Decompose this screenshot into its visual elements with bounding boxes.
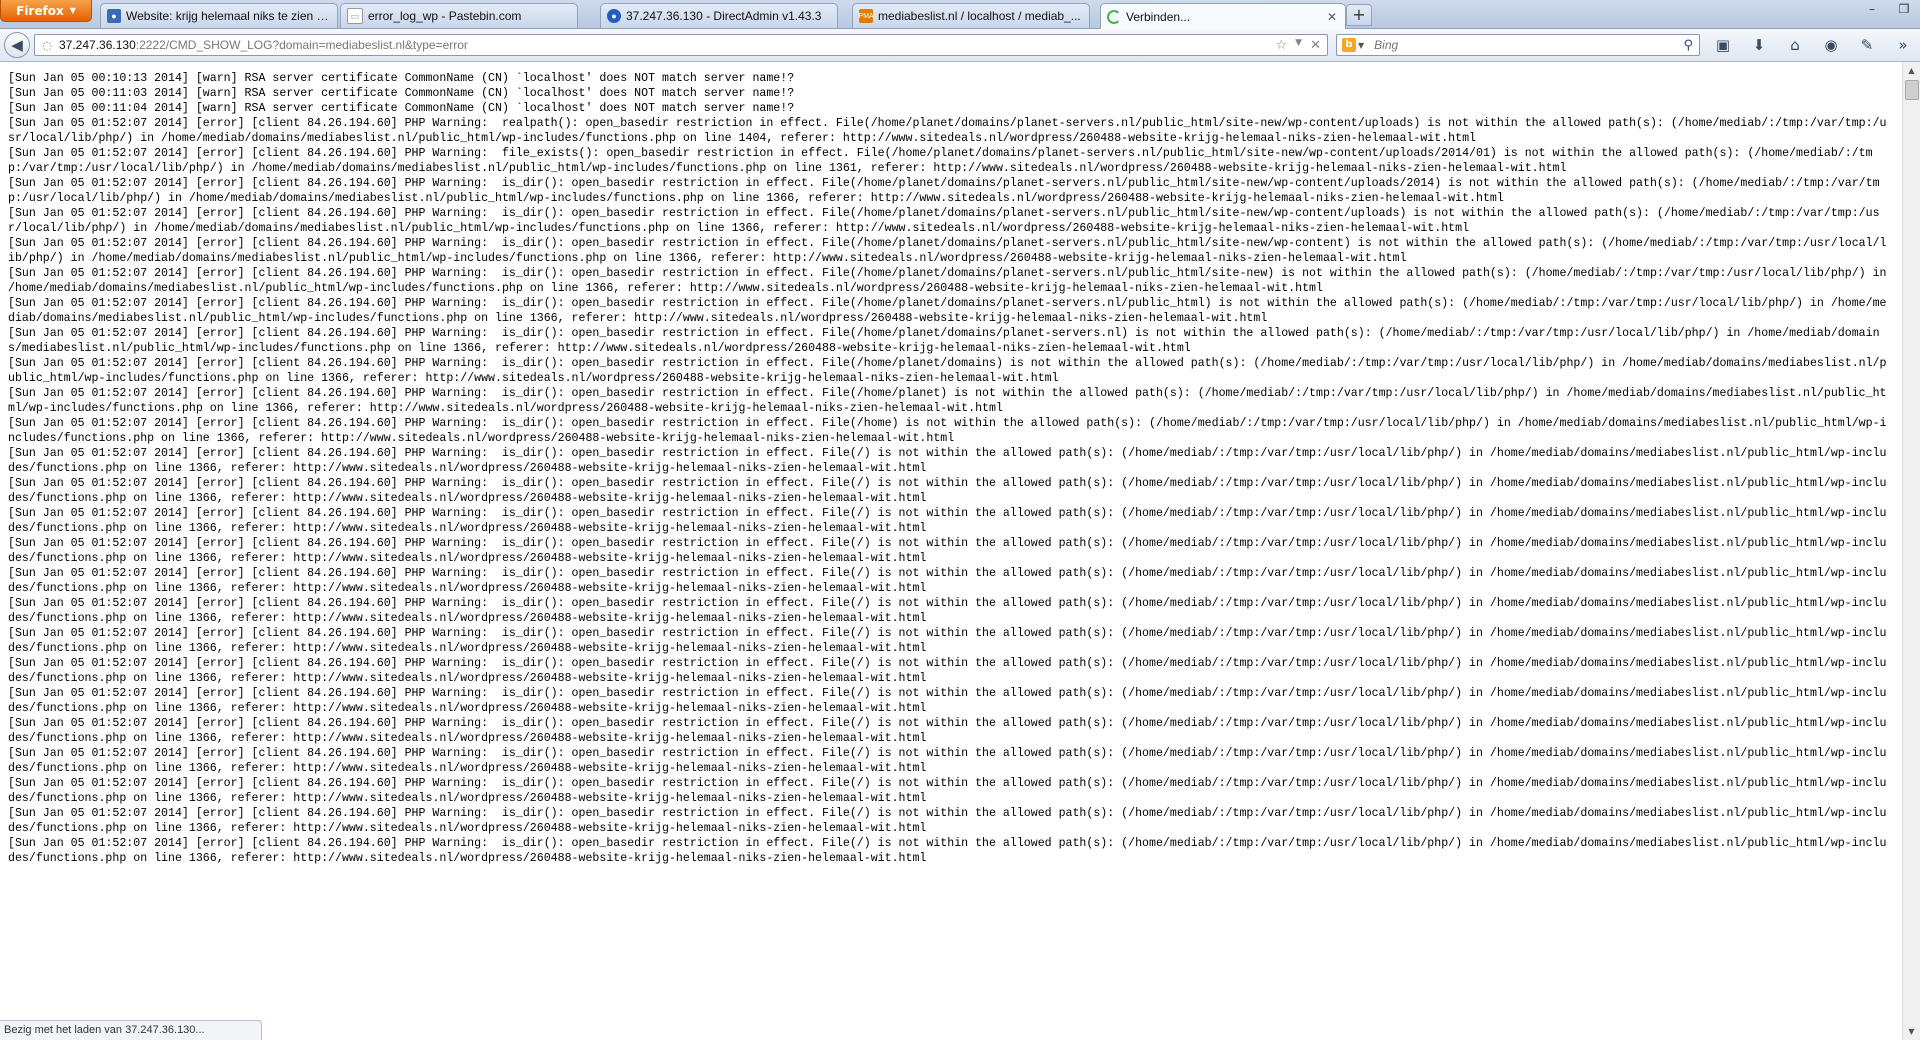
status-bar: Bezig met het laden van 37.247.36.130... [0,1020,262,1040]
phpmyadmin-favicon-icon: PMA [858,9,874,23]
log-line: [Sun Jan 05 01:52:07 2014] [error] [clie… [8,207,1880,235]
directadmin-favicon-icon: ● [607,9,621,23]
back-button[interactable]: ◀ [4,32,30,58]
scroll-down-icon[interactable]: ▼ [1903,1023,1920,1040]
bing-icon[interactable]: b [1342,38,1356,52]
tab-title: Website: krijg helemaal niks te zien (h.… [126,9,331,23]
log-line: [Sun Jan 05 01:52:07 2014] [error] [clie… [8,147,1873,175]
tab-strip: Firefox ▼ ● Website: krijg helemaal niks… [0,0,1920,29]
log-line: [Sun Jan 05 01:52:07 2014] [error] [clie… [8,417,1887,445]
firefox-menu-button[interactable]: Firefox ▼ [0,0,92,22]
tab-title: error_log_wp - Pastebin.com [368,9,522,23]
url-dropdown-icon[interactable]: ▼ [1295,38,1302,53]
new-tab-button[interactable]: + [1346,4,1372,26]
search-bar[interactable]: b ▼ ⚲ [1336,34,1700,56]
page-favicon-icon: ▭ [347,8,363,24]
url-text[interactable]: 37.247.36.130:2222/CMD_SHOW_LOG?domain=m… [59,38,468,52]
log-line: [Sun Jan 05 01:52:07 2014] [error] [clie… [8,357,1887,385]
url-path: :2222/CMD_SHOW_LOG?domain=mediabeslist.n… [135,38,468,52]
bookmarks-menu-icon[interactable]: ▣ [1712,35,1734,55]
firefox-menu-label: Firefox [16,3,64,18]
chevron-down-icon: ▼ [69,6,76,15]
log-line: [Sun Jan 05 01:52:07 2014] [error] [clie… [8,657,1887,685]
log-line: [Sun Jan 05 00:11:03 2014] [warn] RSA se… [8,87,795,100]
search-input[interactable] [1372,37,1677,53]
tab-title: 37.247.36.130 - DirectAdmin v1.43.3 [626,9,822,23]
log-line: [Sun Jan 05 00:11:04 2014] [warn] RSA se… [8,102,795,115]
log-line: [Sun Jan 05 01:52:07 2014] [error] [clie… [8,477,1887,505]
bookmark-star-icon[interactable]: ☆ [1276,38,1288,53]
tab-pastebin[interactable]: ▭ error_log_wp - Pastebin.com [340,3,578,28]
tab-directadmin[interactable]: ● 37.247.36.130 - DirectAdmin v1.43.3 [600,3,838,28]
globe-icon: ◌ [42,38,52,52]
search-icon[interactable]: ⚲ [1683,38,1693,53]
navigation-bar: ◀ ◌ 37.247.36.130:2222/CMD_SHOW_LOG?doma… [0,29,1920,62]
forum-favicon-icon: ● [107,9,121,23]
url-bar[interactable]: ◌ 37.247.36.130:2222/CMD_SHOW_LOG?domain… [34,34,1328,56]
tab-verbinden[interactable]: Verbinden... ✕ [1100,3,1346,29]
back-arrow-icon: ◀ [11,36,23,54]
extension-icon[interactable]: ✎ [1856,35,1878,55]
log-line: [Sun Jan 05 01:52:07 2014] [error] [clie… [8,507,1887,535]
log-line: [Sun Jan 05 01:52:07 2014] [error] [clie… [8,447,1887,475]
log-line: [Sun Jan 05 01:52:07 2014] [error] [clie… [8,327,1880,355]
tab-phpmyadmin[interactable]: PMA mediabeslist.nl / localhost / mediab… [852,3,1090,28]
toolbar-icons: ▣ ⬇ ⌂ ◉ ✎ » [1712,35,1914,55]
status-text: Bezig met het laden van 37.247.36.130... [4,1024,205,1036]
log-line: [Sun Jan 05 01:52:07 2014] [error] [clie… [8,567,1887,595]
log-line: [Sun Jan 05 01:52:07 2014] [error] [clie… [8,597,1887,625]
log-line: [Sun Jan 05 01:52:07 2014] [error] [clie… [8,117,1887,145]
log-line: [Sun Jan 05 00:10:13 2014] [warn] RSA se… [8,72,795,85]
log-line: [Sun Jan 05 01:52:07 2014] [error] [clie… [8,387,1887,415]
page-content: [Sun Jan 05 00:10:13 2014] [warn] RSA se… [0,62,1903,1040]
log-line: [Sun Jan 05 01:52:07 2014] [error] [clie… [8,747,1887,775]
maximize-icon[interactable]: ❐ [1888,0,1920,20]
tab-title: Verbinden... [1126,9,1191,24]
overflow-menu-icon[interactable]: » [1892,35,1914,55]
log-line: [Sun Jan 05 01:52:07 2014] [error] [clie… [8,297,1887,325]
addon-icon[interactable]: ◉ [1820,35,1842,55]
log-line: [Sun Jan 05 01:52:07 2014] [error] [clie… [8,537,1887,565]
log-line: [Sun Jan 05 01:52:07 2014] [error] [clie… [8,717,1887,745]
error-log: [Sun Jan 05 00:10:13 2014] [warn] RSA se… [0,62,1903,866]
log-line: [Sun Jan 05 01:52:07 2014] [error] [clie… [8,177,1880,205]
scroll-up-icon[interactable]: ▲ [1903,62,1920,79]
scroll-thumb[interactable] [1905,80,1919,100]
minimize-icon[interactable]: – [1856,0,1888,20]
url-host: 37.247.36.130 [59,38,136,52]
log-line: [Sun Jan 05 01:52:07 2014] [error] [clie… [8,777,1887,805]
log-line: [Sun Jan 05 01:52:07 2014] [error] [clie… [8,627,1887,655]
log-line: [Sun Jan 05 01:52:07 2014] [error] [clie… [8,837,1887,865]
stop-icon[interactable]: ✕ [1310,38,1321,53]
downloads-icon[interactable]: ⬇ [1748,35,1770,55]
log-line: [Sun Jan 05 01:52:07 2014] [error] [clie… [8,267,1894,295]
window-controls: – ❐ [1856,0,1920,20]
tab-website-krijg[interactable]: ● Website: krijg helemaal niks te zien (… [100,3,338,28]
chevron-down-icon[interactable]: ▼ [1358,41,1364,50]
home-icon[interactable]: ⌂ [1784,35,1806,55]
loading-spinner-icon [1107,9,1121,24]
vertical-scrollbar[interactable]: ▲ ▼ [1902,62,1920,1040]
log-line: [Sun Jan 05 01:52:07 2014] [error] [clie… [8,687,1887,715]
close-tab-icon[interactable]: ✕ [1327,10,1339,24]
log-line: [Sun Jan 05 01:52:07 2014] [error] [clie… [8,807,1887,835]
url-bar-actions: ☆ ▼ ✕ [1276,38,1327,53]
tab-title: mediabeslist.nl / localhost / mediab_... [878,9,1081,23]
log-line: [Sun Jan 05 01:52:07 2014] [error] [clie… [8,237,1887,265]
